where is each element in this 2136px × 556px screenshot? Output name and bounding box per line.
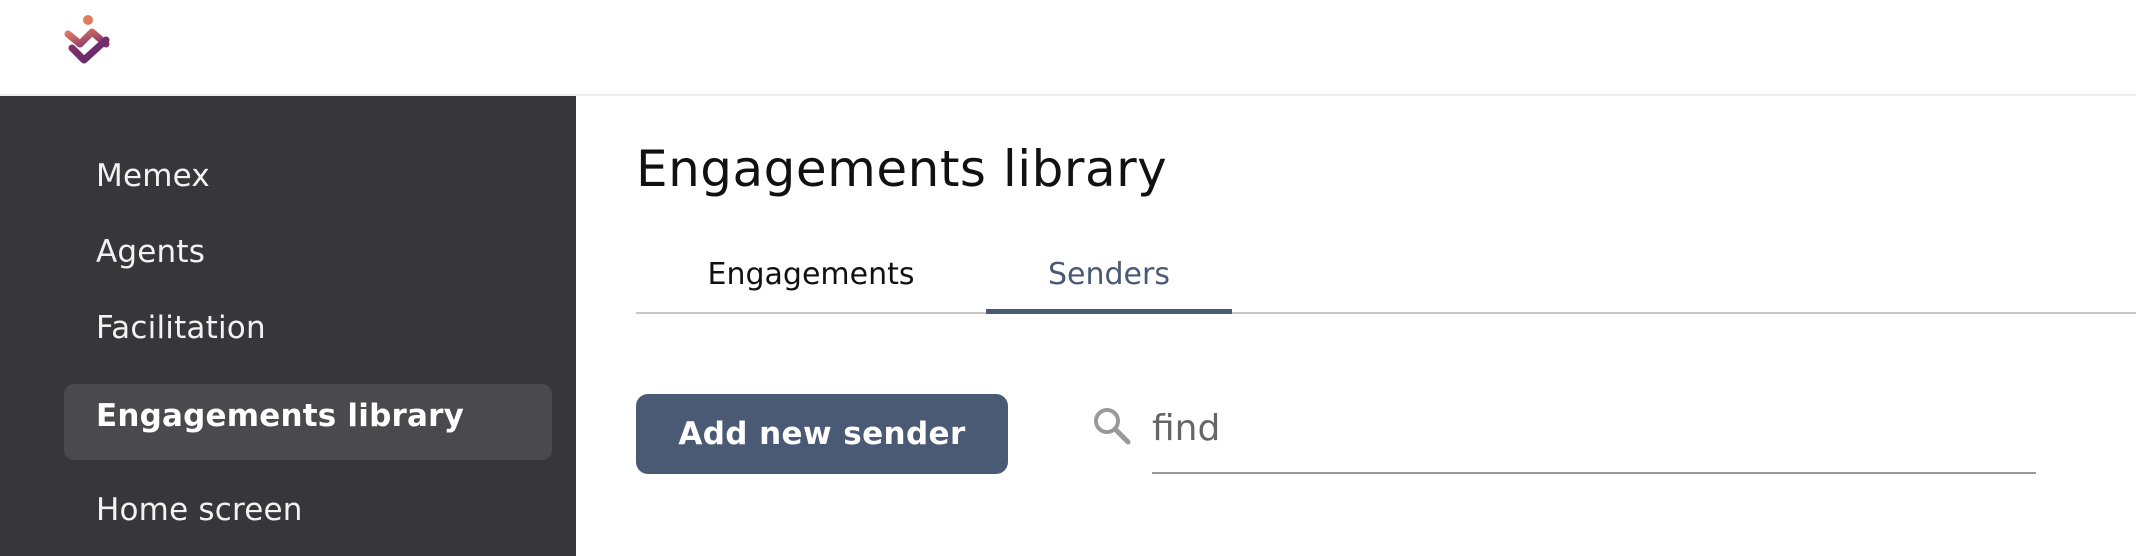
sidebar-item-home-screen[interactable]: Home screen <box>96 492 303 528</box>
sidebar-item-memex[interactable]: Memex <box>96 158 210 194</box>
tab-senders[interactable]: Senders <box>986 236 1232 312</box>
sidebar-item-label: Engagements library <box>96 398 464 434</box>
tab-bar: Engagements Senders <box>636 236 2136 314</box>
tab-engagements[interactable]: Engagements <box>636 236 986 312</box>
add-new-sender-button[interactable]: Add new sender <box>636 394 1008 474</box>
sidebar-item-engagements-library[interactable]: Engagements library <box>64 384 552 460</box>
search-field <box>1152 398 2036 474</box>
page-title: Engagements library <box>636 140 1168 198</box>
sidebar-item-agents[interactable]: Agents <box>96 234 205 270</box>
active-tab-indicator <box>986 309 1232 314</box>
top-bar <box>0 0 2136 96</box>
brand-logo-icon[interactable] <box>62 14 114 66</box>
sidebar-item-facilitation[interactable]: Facilitation <box>96 310 266 346</box>
search-input[interactable] <box>1152 398 2036 458</box>
search-icon <box>1094 408 1131 445</box>
sidebar: Memex Agents Facilitation Engagements li… <box>0 96 576 556</box>
